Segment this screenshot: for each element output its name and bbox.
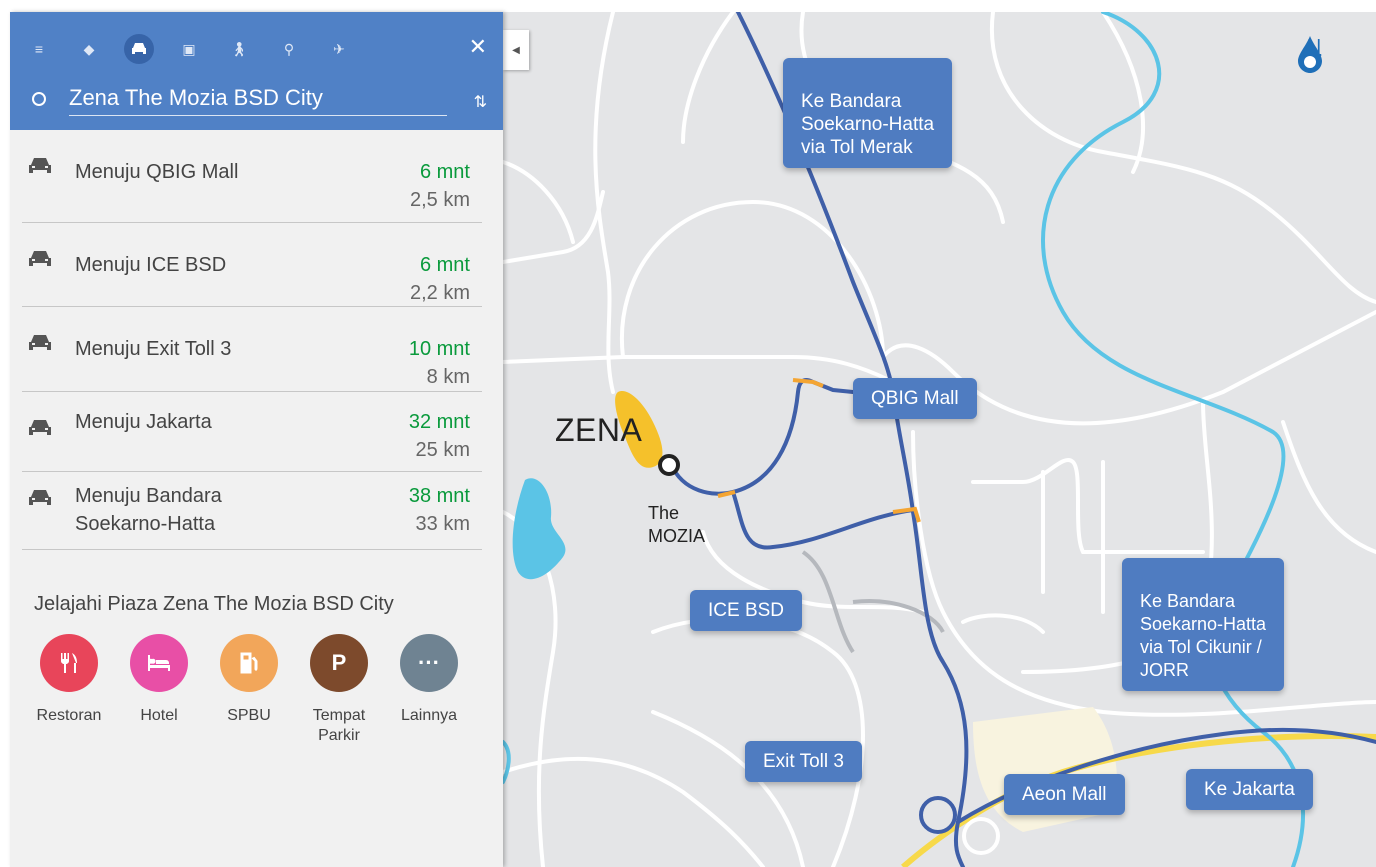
route-name: Menuju Jakarta: [75, 411, 212, 433]
route-time: 6 mnt: [419, 161, 470, 183]
route-item[interactable]: Menuju ICE BSD 6 mnt 2,2 km: [22, 223, 482, 307]
route-distance: 8 km: [426, 366, 470, 388]
map-canvas[interactable]: ZENA The MOZIA N Ke Bandara Soekarno-Hat…: [503, 12, 1376, 867]
route-distance: 2,5 km: [409, 189, 470, 211]
route-item[interactable]: Menuju Bandara Soekarno-Hatta 38 mnt 33 …: [22, 472, 482, 550]
route-distance: 2,2 km: [409, 282, 470, 304]
explore-title: Jelajahi Piaza Zena The Mozia BSD City: [34, 593, 394, 615]
directions-panel: ≡ ◆ ▣ 🚶︎ ⚲ ✈︎ ✕ Zena The Mozia BSD City …: [10, 12, 503, 867]
car-icon[interactable]: [124, 34, 154, 64]
menu-icon[interactable]: ≡: [24, 34, 54, 64]
category-label: Tempat Parkir: [312, 707, 366, 744]
route-time: 10 mnt: [408, 338, 470, 360]
transit-icon[interactable]: ▣: [174, 34, 204, 64]
callout-airport-merak: Ke Bandara Soekarno-Hatta via Tol Merak: [783, 58, 953, 168]
route-item[interactable]: Menuju Exit Toll 3 10 mnt 8 km: [22, 307, 482, 392]
car-icon: [29, 335, 51, 350]
route-distance: 33 km: [415, 513, 470, 535]
more-icon: ···: [400, 634, 458, 692]
origin-input[interactable]: Zena The Mozia BSD City: [69, 85, 447, 116]
compass-drop-icon: [1298, 36, 1322, 73]
route-list: Menuju QBIG Mall 6 mnt 2,5 km Menuju ICE…: [22, 130, 482, 550]
collapse-panel-button[interactable]: ◀: [503, 30, 529, 70]
route-time: 6 mnt: [419, 254, 470, 276]
route-item[interactable]: Menuju Jakarta 32 mnt 25 km: [22, 392, 482, 472]
car-icon: [29, 490, 51, 505]
close-icon[interactable]: ✕: [469, 34, 487, 60]
route-time: 32 mnt: [408, 411, 470, 433]
directions-icon[interactable]: ◆: [74, 34, 104, 64]
restaurant-icon: [40, 634, 98, 692]
callout-airport-cikunir: Ke Bandara Soekarno-Hatta via Tol Cikuni…: [1122, 558, 1285, 691]
route-time: 38 mnt: [408, 485, 470, 507]
callout-jakarta: Ke Jakarta: [1186, 769, 1313, 810]
mozia-label: The MOZIA: [648, 503, 705, 546]
car-icon: [29, 251, 51, 266]
route-item[interactable]: Menuju QBIG Mall 6 mnt 2,5 km: [22, 130, 482, 223]
category-hotel[interactable]: Hotel: [114, 634, 204, 746]
directions-header: ≡ ◆ ▣ 🚶︎ ⚲ ✈︎ ✕ Zena The Mozia BSD City …: [10, 12, 503, 130]
category-label: SPBU: [227, 707, 271, 724]
callout-aeon-mall: Aeon Mall: [1004, 774, 1125, 815]
category-row: Restoran Hotel SPBU P Tempat Parkir ···: [24, 634, 474, 746]
route-distance: 25 km: [415, 439, 470, 461]
car-icon: [29, 420, 51, 435]
route-name: Menuju Bandara Soekarno-Hatta: [75, 485, 222, 535]
route-name: Menuju Exit Toll 3: [75, 338, 232, 360]
travel-mode-bar: ≡ ◆ ▣ 🚶︎ ⚲ ✈︎: [24, 34, 374, 64]
category-label: Hotel: [140, 707, 178, 724]
gas-station-icon: [220, 634, 278, 692]
callout-qbig-mall: QBIG Mall: [853, 378, 977, 419]
route-name: Menuju QBIG Mall: [75, 161, 239, 183]
category-label: Lainnya: [400, 707, 458, 724]
category-parking[interactable]: P Tempat Parkir: [294, 634, 384, 746]
parking-icon: P: [310, 634, 368, 692]
category-label: Restoran: [36, 707, 102, 724]
hotel-icon: [130, 634, 188, 692]
swap-icon[interactable]: ⇅: [474, 92, 487, 112]
category-gas-station[interactable]: SPBU: [204, 634, 294, 746]
callout-ice-bsd: ICE BSD: [690, 590, 803, 631]
callout-exit-toll: Exit Toll 3: [745, 741, 862, 782]
app-frame: ZENA The MOZIA N Ke Bandara Soekarno-Hat…: [0, 0, 1376, 867]
walk-icon[interactable]: 🚶︎: [224, 34, 254, 64]
car-icon: [29, 158, 51, 173]
origin-circle-icon: [32, 92, 46, 106]
compass[interactable]: N: [1296, 36, 1332, 73]
bike-icon[interactable]: ⚲: [274, 34, 304, 64]
route-name: Menuju ICE BSD: [75, 254, 227, 276]
category-more[interactable]: ··· Lainnya: [384, 634, 474, 746]
flight-icon[interactable]: ✈︎: [324, 34, 354, 64]
zena-label: ZENA: [555, 412, 643, 448]
category-restaurant[interactable]: Restoran: [24, 634, 114, 746]
